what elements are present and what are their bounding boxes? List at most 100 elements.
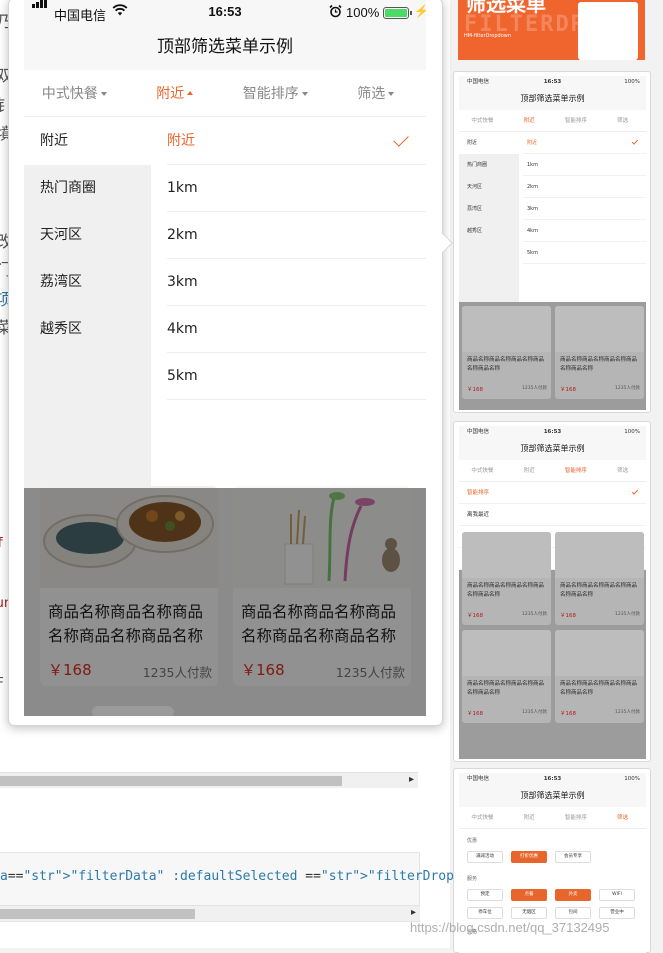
- banner-thumbnail[interactable]: 筛选菜单 FILTERDRO HM-filterDropdown: [458, 0, 645, 60]
- thumb-chip: 预定: [467, 889, 503, 901]
- distance-label: 附近: [167, 133, 195, 149]
- thumb-product-card: 商品名称商品名称商品名称商品名称商品名称 ￥168 1235人付款: [555, 532, 644, 625]
- district-list: 附近 热门商圈 天河区 荔湾区 越秀区: [24, 118, 151, 488]
- scroll-right-icon[interactable]: ▸: [411, 907, 416, 918]
- distance-item[interactable]: 附近: [167, 118, 426, 165]
- thumb-left-item: 越秀区: [459, 220, 519, 242]
- thumbnail-sort-menu[interactable]: 中国电信 16:53 100% 顶部筛选菜单示例 中式快餐 附近 智能排序 筛选…: [453, 421, 651, 762]
- thumb-chip: 会员专享: [555, 851, 591, 863]
- charging-icon: ⚡: [414, 4, 426, 18]
- thumb-chip: 营业中: [599, 907, 635, 919]
- thumb-product-grid: 商品名称商品名称商品名称商品名称商品名称 ￥168 1235人付款 商品名称商品…: [459, 302, 646, 410]
- scroll-right-icon[interactable]: ▸: [409, 774, 414, 785]
- thumb-right-item: 附近: [523, 132, 646, 154]
- horizontal-scrollbar[interactable]: ▸: [0, 772, 418, 788]
- thumb-product-card: 商品名称商品名称商品名称商品名称商品名称 ￥168 1235人付款: [555, 630, 644, 723]
- thumb-left-item: 荔湾区: [459, 198, 519, 220]
- district-item[interactable]: 越秀区: [24, 306, 151, 353]
- status-bar: 中国电信 16:53 100% ⚡: [24, 0, 426, 26]
- background-text: f: [0, 536, 4, 551]
- tab-label: 中式快餐: [41, 86, 98, 102]
- distance-list: 附近 1km 2km 3km 4km 5km: [151, 118, 426, 488]
- thumb-chip: 外卖: [555, 889, 591, 901]
- distance-item[interactable]: 5km: [167, 353, 426, 400]
- thumb-chip: WIFI: [599, 889, 635, 901]
- thumb-status-bar: 中国电信 16:53 100%: [459, 773, 646, 785]
- code-block: a=="str">"filterData" :defaultSelected =…: [0, 852, 524, 922]
- thumb-chip: 停车位: [467, 907, 503, 919]
- thumb-chip: 打折优惠: [511, 851, 547, 863]
- phone-preview: 中国电信 16:53 100% ⚡ 顶部筛选菜单示例 中式快餐 附近 智能排序 …: [24, 0, 426, 716]
- thumbnail-nearby-menu[interactable]: 中国电信 16:53 100% 顶部筛选菜单示例 中式快餐 附近 智能排序 筛选…: [453, 71, 651, 413]
- filter-menu-bar: 中式快餐 附近 智能排序 筛选: [24, 70, 426, 117]
- check-icon: [393, 131, 409, 147]
- district-item[interactable]: 天河区: [24, 212, 151, 259]
- thumb-status-bar: 中国电信 16:53 100%: [459, 76, 646, 88]
- distance-item[interactable]: 1km: [167, 165, 426, 212]
- thumb-product-card: 商品名称商品名称商品名称商品名称商品名称 ￥168 1235人付款: [462, 306, 551, 399]
- district-item[interactable]: 荔湾区: [24, 259, 151, 306]
- thumb-right-item: 1km: [523, 154, 646, 176]
- watermark: https://blog.csdn.net/qq_37132495: [410, 920, 610, 935]
- distance-item[interactable]: 3km: [167, 259, 426, 306]
- thumb-nav-title: 顶部筛选菜单示例: [459, 785, 646, 807]
- alarm-icon: [329, 4, 342, 18]
- thumb-filter-tabs: 中式快餐 附近 智能排序 筛选: [459, 110, 646, 132]
- thumb-chip: 无烟区: [511, 907, 547, 919]
- thumb-product-grid: 商品名称商品名称商品名称商品名称商品名称 ￥168 1235人付款 商品名称商品…: [459, 532, 646, 759]
- banner-tag: HM-filterDropdown: [464, 33, 512, 39]
- thumb-right-item: 5km: [523, 242, 646, 264]
- background-text: F: [0, 676, 4, 691]
- thumb-left-item: 热门商圈: [459, 154, 519, 176]
- thumb-section-label: 服务: [467, 876, 478, 882]
- thumb-nav-title: 顶部筛选菜单示例: [459, 438, 646, 460]
- thumb-product-card: 商品名称商品名称商品名称商品名称商品名称 ￥168 1235人付款: [462, 532, 551, 625]
- banner-screenshot: [578, 2, 638, 60]
- page-title: 顶部筛选菜单示例: [24, 26, 426, 70]
- battery-icon: [383, 7, 412, 19]
- tab-cuisine[interactable]: 中式快餐: [24, 70, 125, 116]
- thumb-left-fill: [459, 242, 519, 302]
- thumb-product-card: 商品名称商品名称商品名称商品名称商品名称 ￥168 1235人付款: [462, 630, 551, 723]
- caret-down-icon: [301, 91, 308, 96]
- district-item[interactable]: 热门商圈: [24, 165, 151, 212]
- tab-sort[interactable]: 智能排序: [225, 70, 326, 116]
- dropdown-mask[interactable]: [24, 488, 426, 716]
- nearby-dropdown: 附近 热门商圈 天河区 荔湾区 越秀区 附近 1km 2km 3km 4km 5…: [24, 118, 426, 488]
- tab-label: 附近: [156, 86, 185, 102]
- thumb-left-item: 天河区: [459, 176, 519, 198]
- thumb-product-card: 商品名称商品名称商品名称商品名称商品名称 ￥168 1235人付款: [555, 306, 644, 399]
- distance-item[interactable]: 2km: [167, 212, 426, 259]
- thumb-right-item: 4km: [523, 220, 646, 242]
- thumb-filter-tabs: 中式快餐 附近 智能排序 筛选: [459, 807, 646, 829]
- distance-item[interactable]: 4km: [167, 306, 426, 353]
- battery-percent: 100%: [346, 5, 380, 20]
- thumb-filter-tabs: 中式快餐 附近 智能排序 筛选: [459, 460, 646, 482]
- thumb-nav-title: 顶部筛选菜单示例: [459, 88, 646, 110]
- thumb-sort-item: 离我最近: [459, 504, 646, 526]
- thumb-status-bar: 中国电信 16:53 100%: [459, 426, 646, 438]
- thumb-right-item: 3km: [523, 198, 646, 220]
- tab-label: 筛选: [357, 86, 386, 102]
- thumb-right-item: 2km: [523, 176, 646, 198]
- thumbnail-screen: 中国电信 16:53 100% 顶部筛选菜单示例 中式快餐 附近 智能排序 筛选…: [459, 76, 646, 410]
- thumb-chip: 点餐: [511, 889, 547, 901]
- thumb-left-item: 附近: [459, 132, 519, 154]
- caret-down-icon: [100, 91, 107, 96]
- thumb-chip: 包间: [555, 907, 591, 919]
- caret-down-icon: [388, 91, 395, 96]
- thumb-section-label: 优惠: [467, 838, 478, 844]
- tab-nearby[interactable]: 附近: [125, 70, 226, 116]
- tab-label: 智能排序: [242, 86, 299, 102]
- district-item[interactable]: 附近: [24, 118, 151, 165]
- code-line: a=="str">"filterData" :defaultSelected =…: [0, 869, 525, 884]
- thumb-chip: 满减活动: [467, 851, 503, 863]
- thumb-sort-item: 智能排序: [459, 482, 646, 504]
- caret-up-icon: [187, 90, 194, 95]
- bottom-pill: [92, 706, 174, 716]
- scrollbar-thumb[interactable]: [0, 776, 342, 786]
- tab-filter[interactable]: 筛选: [326, 70, 427, 116]
- scrollbar-thumb[interactable]: [0, 909, 195, 919]
- thumbnail-screen: 中国电信 16:53 100% 顶部筛选菜单示例 中式快餐 附近 智能排序 筛选…: [459, 426, 646, 759]
- horizontal-scrollbar[interactable]: ▸: [0, 905, 420, 921]
